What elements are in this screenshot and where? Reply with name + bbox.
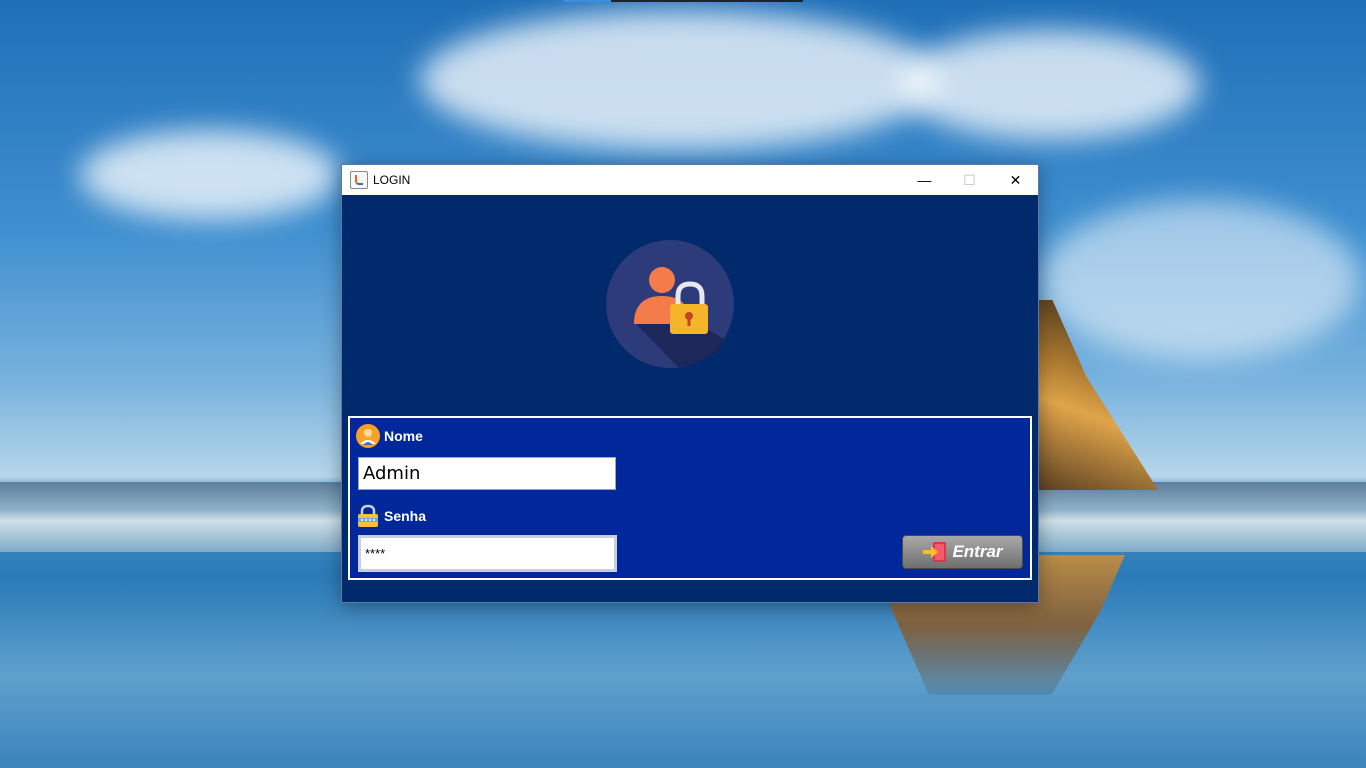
padlock-icon — [358, 504, 378, 527]
minimize-button[interactable]: — — [902, 165, 947, 195]
taskbar-thumbnail — [563, 0, 803, 2]
entrar-button[interactable]: Entrar — [902, 535, 1023, 569]
cloud — [900, 30, 1200, 140]
java-icon — [350, 171, 368, 189]
maximize-button[interactable]: ☐ — [947, 165, 992, 195]
nome-label: Nome — [356, 424, 423, 448]
close-button[interactable]: ✕ — [993, 165, 1038, 195]
login-arrow-icon — [923, 542, 947, 562]
login-form-panel: Nome Admin Senha **** Entrar — [348, 416, 1032, 580]
senha-label-text: Senha — [384, 508, 427, 524]
login-window: LOGIN — ☐ ✕ Nome Admin Senha **** Entrar — [341, 164, 1039, 603]
title-bar[interactable]: LOGIN — ☐ ✕ — [342, 165, 1038, 195]
user-icon — [356, 424, 380, 448]
cloud — [80, 130, 340, 220]
cloud — [420, 10, 940, 150]
senha-input[interactable]: **** — [358, 535, 617, 572]
window-title: LOGIN — [373, 173, 411, 187]
cloud — [1040, 200, 1360, 360]
entrar-label: Entrar — [952, 542, 1003, 561]
user-lock-icon — [606, 240, 734, 368]
senha-label: Senha — [356, 504, 426, 528]
nome-label-text: Nome — [384, 428, 423, 444]
nome-input[interactable]: Admin — [358, 457, 616, 490]
